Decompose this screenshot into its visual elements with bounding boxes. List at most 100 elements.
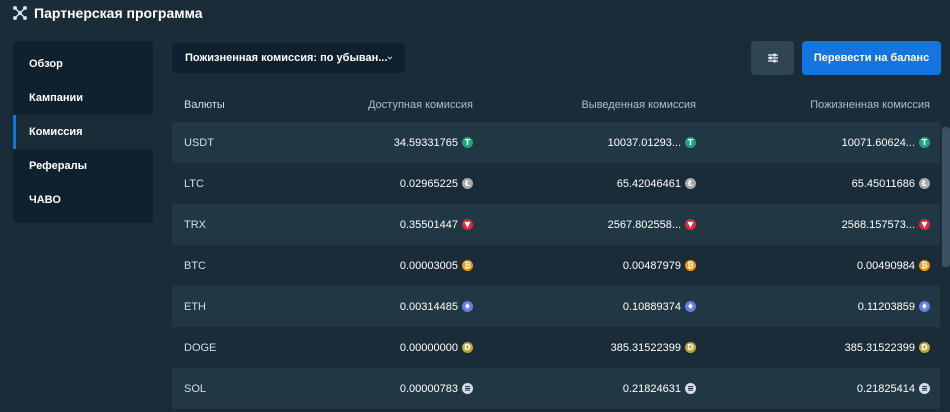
btc-icon: ₿: [919, 260, 930, 271]
cell-available: 0.00314485 ♦: [322, 301, 473, 313]
available-value: 0.02965225: [399, 177, 458, 190]
table-row: SOL 0.00000783 ≡ 0.21824631 ≡ 0.21825414 ≡: [172, 368, 940, 409]
currency-value: TRX: [184, 218, 206, 231]
sol-icon: ≡: [462, 383, 473, 394]
ltc-icon: Ł: [685, 178, 696, 189]
header: Партнерская программа: [12, 4, 203, 22]
lifetime-value: 65.45011686: [851, 177, 915, 190]
usdt-icon: T: [919, 137, 930, 148]
ltc-icon: Ł: [462, 178, 473, 189]
withdrawn-value: 2567.802558...: [607, 218, 681, 231]
lifetime-value: 10071.60624...: [841, 136, 915, 149]
usdt-icon: T: [462, 137, 473, 148]
currency-value: ETH: [184, 300, 206, 313]
eth-icon: ♦: [685, 301, 696, 312]
cell-lifetime: 2568.157573... ▼: [696, 219, 930, 231]
affiliate-icon: [13, 6, 27, 20]
cell-lifetime: 0.00490984 ₿: [696, 260, 930, 272]
trx-icon: ▼: [919, 219, 930, 230]
cell-lifetime: 0.21825414 ≡: [696, 383, 930, 395]
ltc-icon: Ł: [919, 178, 930, 189]
cell-currency: DOGE: [172, 342, 322, 354]
withdrawn-value: 385.31522399: [610, 341, 681, 354]
lifetime-value: 0.11203859: [857, 300, 915, 313]
sidebar: Обзор Кампании Комиссия Рефералы ЧАВО: [13, 41, 153, 223]
lifetime-value: 0.21825414: [856, 382, 915, 395]
column-header-withdrawn[interactable]: Выведенная комиссия: [473, 99, 696, 111]
cell-available: 0.00000783 ≡: [322, 383, 473, 395]
available-value: 0.00003005: [399, 259, 458, 272]
doge-icon: D: [462, 342, 473, 353]
lifetime-value: 0.00490984: [856, 259, 915, 272]
sort-select-value: Пожизненная комиссия: по убыван...: [185, 52, 388, 64]
available-value: 0.00314485: [399, 300, 458, 313]
transfer-to-balance-button[interactable]: Перевести на баланс: [802, 41, 941, 75]
cell-available: 0.00000000 D: [322, 342, 473, 354]
page-title: Партнерская программа: [34, 5, 203, 21]
cell-lifetime: 10071.60624... T: [696, 137, 930, 149]
available-value: 0.00000783: [399, 382, 458, 395]
cell-currency: LTC: [172, 178, 322, 190]
sidebar-item-commission[interactable]: Комиссия: [13, 115, 153, 149]
cell-withdrawn: 2567.802558... ▼: [473, 219, 696, 231]
sidebar-item-campaigns[interactable]: Кампании: [13, 81, 153, 115]
cell-currency: USDT: [172, 137, 322, 149]
column-header-currency[interactable]: Валюты: [172, 99, 322, 111]
sidebar-item-faq[interactable]: ЧАВО: [13, 183, 153, 217]
currency-value: DOGE: [184, 341, 217, 354]
cell-available: 0.02965225 Ł: [322, 178, 473, 190]
withdrawn-value: 0.21824631: [622, 382, 681, 395]
cell-withdrawn: 0.21824631 ≡: [473, 383, 696, 395]
currency-value: USDT: [184, 136, 214, 149]
column-header-available[interactable]: Доступная комиссия: [322, 99, 473, 111]
withdrawn-value: 65.42046461: [616, 177, 681, 190]
cell-available: 0.00003005 ₿: [322, 260, 473, 272]
available-value: 0.00000000: [399, 341, 458, 354]
trx-icon: ▼: [462, 219, 473, 230]
column-header-lifetime[interactable]: Пожизненная комиссия: [696, 99, 930, 111]
table-row: USDT 34.59331765 T 10037.01293... T 10071.606…: [172, 122, 940, 163]
sidebar-item-overview[interactable]: Обзор: [13, 47, 153, 81]
sol-icon: ≡: [919, 383, 930, 394]
sort-select[interactable]: Пожизненная комиссия: по убыван...: [172, 43, 405, 73]
cell-lifetime: 0.11203859 ♦: [696, 301, 930, 313]
cell-lifetime: 385.31522399 D: [696, 342, 930, 354]
currency-value: SOL: [184, 382, 207, 395]
table-row: DOGE 0.00000000 D 385.31522399 D 385.31522399…: [172, 327, 940, 368]
table-row: BTC 0.00003005 ₿ 0.00487979 ₿ 0.00490984 ₿: [172, 245, 940, 286]
currency-value: BTC: [184, 259, 206, 272]
filter-button[interactable]: [751, 41, 794, 75]
withdrawn-value: 0.00487979: [622, 259, 681, 272]
table-row: TRX 0.35501447 ▼ 2567.802558... ▼ 2568.157573…: [172, 204, 940, 245]
cell-available: 34.59331765 T: [322, 137, 473, 149]
doge-icon: D: [685, 342, 696, 353]
cell-currency: TRX: [172, 219, 322, 231]
btc-icon: ₿: [685, 260, 696, 271]
lifetime-value: 385.31522399: [844, 341, 915, 354]
cell-currency: SOL: [172, 383, 322, 395]
table-body: USDT 34.59331765 T 10037.01293... T 10071.606…: [172, 122, 940, 409]
usdt-icon: T: [685, 137, 696, 148]
sol-icon: ≡: [685, 383, 696, 394]
doge-icon: D: [919, 342, 930, 353]
table-row: LTC 0.02965225 Ł 65.42046461 Ł 65.45011686 Ł: [172, 163, 940, 204]
btc-icon: ₿: [462, 260, 473, 271]
table-header: Валюты Доступная комиссия Выведенная ком…: [172, 88, 940, 122]
cell-lifetime: 65.45011686 Ł: [696, 178, 930, 190]
table-row: ETH 0.00314485 ♦ 0.10889374 ♦ 0.11203859 ♦: [172, 286, 940, 327]
trx-icon: ▼: [685, 219, 696, 230]
cell-currency: BTC: [172, 260, 322, 272]
filter-icon: [767, 53, 778, 63]
cell-withdrawn: 385.31522399 D: [473, 342, 696, 354]
lifetime-value: 2568.157573...: [841, 218, 915, 231]
sidebar-item-referrals[interactable]: Рефералы: [13, 149, 153, 183]
withdrawn-value: 0.10889374: [622, 300, 681, 313]
scrollbar[interactable]: [942, 127, 950, 267]
withdrawn-value: 10037.01293...: [607, 136, 681, 149]
cell-withdrawn: 0.10889374 ♦: [473, 301, 696, 313]
available-value: 34.59331765: [393, 136, 458, 149]
cell-available: 0.35501447 ▼: [322, 219, 473, 231]
cell-currency: ETH: [172, 301, 322, 313]
cell-withdrawn: 0.00487979 ₿: [473, 260, 696, 272]
currency-value: LTC: [184, 177, 204, 190]
